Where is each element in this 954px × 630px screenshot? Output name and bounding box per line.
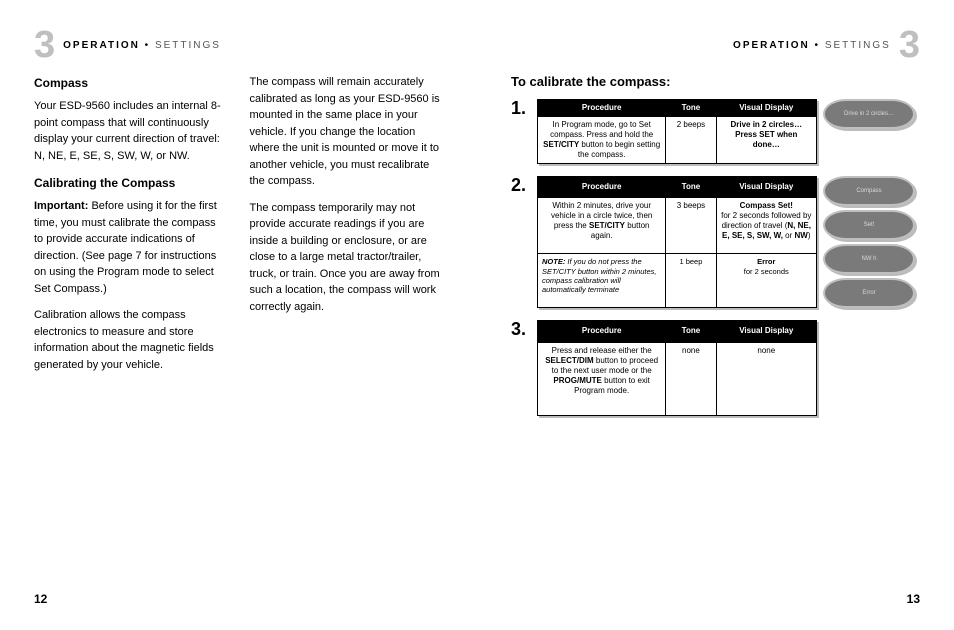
step-1-displays: Drive in 2 circles…: [823, 99, 915, 164]
cell-procedure: Press and release either the SELECT/DIM …: [538, 342, 666, 415]
cell-tone: 3 beeps: [666, 197, 716, 254]
cell-visual: Drive in 2 circles… Press SET when done…: [716, 117, 816, 164]
cell-procedure: Within 2 minutes, drive your vehicle in …: [538, 197, 666, 254]
header-strong-r: OPERATION: [733, 40, 810, 51]
heading-to-calibrate: To calibrate the compass:: [511, 74, 920, 89]
th-procedure: Procedure: [538, 177, 666, 198]
lcd-display: Set!: [823, 210, 915, 240]
step-2: 2. Procedure Tone Visual Display Within …: [511, 176, 920, 308]
step-1-table: Procedure Tone Visual Display In Program…: [537, 99, 817, 164]
chapter-number-r: 3: [899, 26, 920, 64]
table-note-row: NOTE: If you do not press the SET/CITY b…: [538, 254, 817, 308]
cell-procedure: In Program mode, go to Set compass. Pres…: [538, 117, 666, 164]
lcd-display: Error: [823, 278, 915, 308]
lcd-display: Compass: [823, 176, 915, 206]
heading-compass: Compass: [34, 74, 228, 92]
label-important: Important:: [34, 200, 88, 212]
para-remain-calibrated: The compass will remain accurately calib…: [250, 74, 444, 190]
para-important: Important: Before using it for the first…: [34, 198, 228, 297]
step-1-num: 1.: [511, 99, 531, 117]
left-body: Compass Your ESD-9560 includes an intern…: [34, 74, 443, 383]
heading-calibrating: Calibrating the Compass: [34, 174, 228, 192]
left-col-2: The compass will remain accurately calib…: [250, 74, 444, 383]
step-2-displays: Compass Set! NW h Error: [823, 176, 915, 308]
header-bullet-r: •: [815, 40, 821, 51]
cell-note-tone: 1 beep: [666, 254, 716, 308]
th-tone: Tone: [666, 100, 716, 117]
step-3-table: Procedure Tone Visual Display Press and …: [537, 320, 817, 416]
page-number-right: 13: [907, 592, 920, 606]
table-row: In Program mode, go to Set compass. Pres…: [538, 117, 817, 164]
left-header: 3 OPERATION • SETTINGS: [34, 26, 443, 64]
para-temp-inaccurate: The compass temporarily may not provide …: [250, 200, 444, 316]
lcd-display: Drive in 2 circles…: [823, 99, 915, 129]
chapter-number: 3: [34, 26, 55, 64]
lcd-display: NW h: [823, 244, 915, 274]
cell-tone: none: [666, 342, 716, 415]
header-bullet: •: [145, 40, 151, 51]
table-row: Within 2 minutes, drive your vehicle in …: [538, 197, 817, 254]
page-number-left: 12: [34, 592, 47, 606]
step-2-num: 2.: [511, 176, 531, 194]
th-tone: Tone: [666, 177, 716, 198]
cell-note: NOTE: If you do not press the SET/CITY b…: [538, 254, 666, 308]
table-row: Press and release either the SELECT/DIM …: [538, 342, 817, 415]
cell-visual: none: [716, 342, 816, 415]
step-2-table: Procedure Tone Visual Display Within 2 m…: [537, 176, 817, 308]
cell-note-visual: Errorfor 2 seconds: [716, 254, 816, 308]
th-visual: Visual Display: [716, 177, 816, 198]
para-calibration-allows: Calibration allows the compass electroni…: [34, 307, 228, 373]
cell-visual: Compass Set! for 2 seconds followed by d…: [716, 197, 816, 254]
right-header: OPERATION • SETTINGS 3: [511, 26, 920, 64]
step-3-num: 3.: [511, 320, 531, 338]
cell-tone: 2 beeps: [666, 117, 716, 164]
header-light-r: SETTINGS: [825, 40, 891, 51]
table-header-row: Procedure Tone Visual Display: [538, 177, 817, 198]
para-important-text: Before using it for the first time, you …: [34, 200, 217, 295]
th-visual: Visual Display: [716, 321, 816, 343]
step-3: 3. Procedure Tone Visual Display Press a…: [511, 320, 920, 416]
table-header-row: Procedure Tone Visual Display: [538, 100, 817, 117]
right-page: OPERATION • SETTINGS 3 To calibrate the …: [477, 0, 954, 630]
table-header-row: Procedure Tone Visual Display: [538, 321, 817, 343]
th-procedure: Procedure: [538, 100, 666, 117]
th-procedure: Procedure: [538, 321, 666, 343]
header-light: SETTINGS: [155, 40, 221, 51]
left-page: 3 OPERATION • SETTINGS Compass Your ESD-…: [0, 0, 477, 630]
th-tone: Tone: [666, 321, 716, 343]
left-col-1: Compass Your ESD-9560 includes an intern…: [34, 74, 228, 383]
header-strong: OPERATION: [63, 40, 140, 51]
para-compass-intro: Your ESD-9560 includes an internal 8-poi…: [34, 98, 228, 164]
step-1: 1. Procedure Tone Visual Display In Prog…: [511, 99, 920, 164]
th-visual: Visual Display: [716, 100, 816, 117]
